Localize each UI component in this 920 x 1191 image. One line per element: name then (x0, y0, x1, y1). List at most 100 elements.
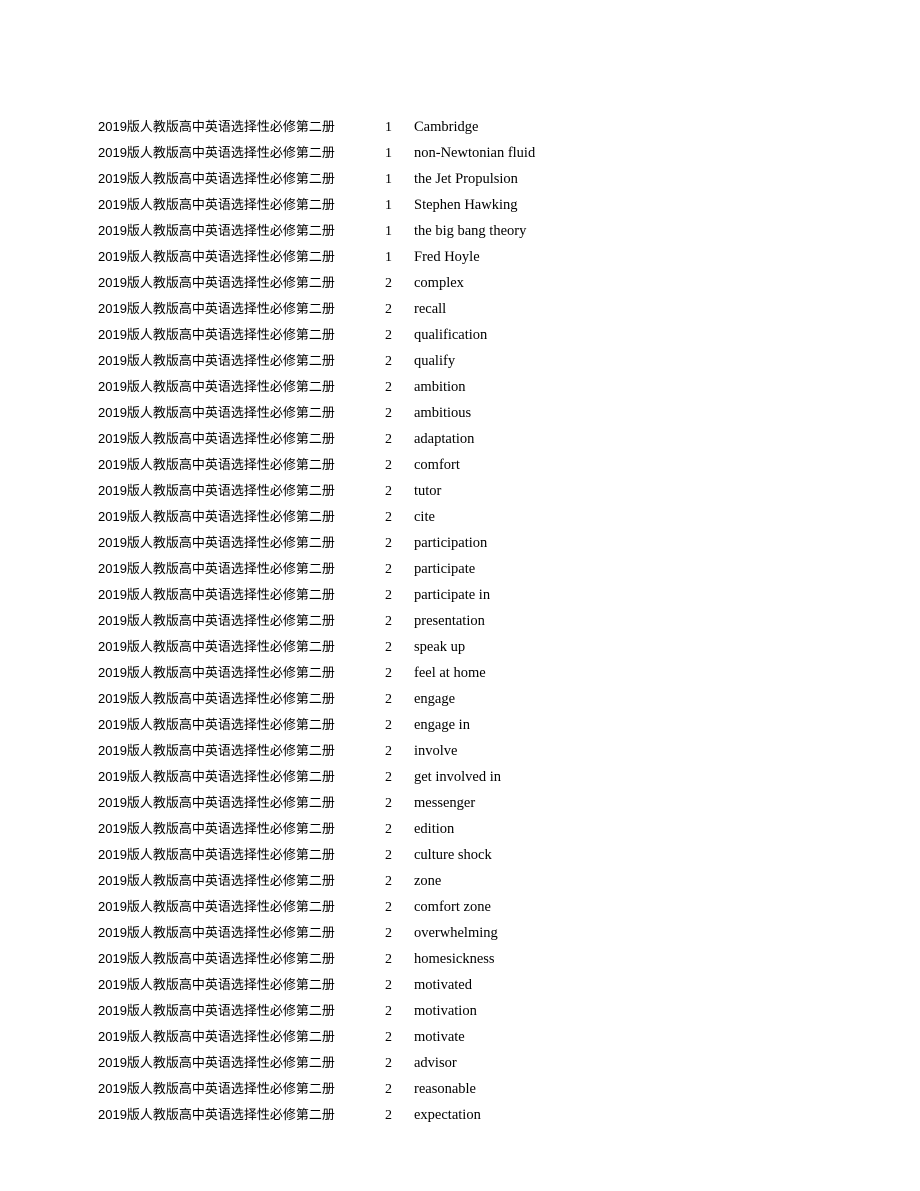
cell-textbook: 2019版人教版高中英语选择性必修第二册 (98, 1029, 335, 1044)
cell-term: homesickness (414, 951, 495, 967)
cell-unit: 2 (385, 406, 392, 421)
cell-term: cite (414, 509, 435, 525)
cell-textbook: 2019版人教版高中英语选择性必修第二册 (98, 743, 335, 758)
cell-unit: 2 (385, 1004, 392, 1019)
cell-term: participate in (414, 587, 491, 603)
cell-textbook: 2019版人教版高中英语选择性必修第二册 (98, 691, 335, 706)
cell-unit: 2 (385, 874, 392, 889)
cell-textbook: 2019版人教版高中英语选择性必修第二册 (98, 847, 335, 862)
cell-unit: 2 (385, 796, 392, 811)
cell-unit: 2 (385, 926, 392, 941)
cell-unit: 1 (385, 198, 392, 213)
cell-term: motivate (414, 1029, 465, 1045)
cell-term: overwhelming (414, 925, 498, 941)
cell-term: feel at home (414, 665, 486, 681)
cell-term: qualify (414, 353, 456, 369)
cell-textbook: 2019版人教版高中英语选择性必修第二册 (98, 1055, 335, 1070)
cell-unit: 2 (385, 1082, 392, 1097)
cell-unit: 2 (385, 510, 392, 525)
table-row: 2019版人教版高中英语选择性必修第二册 2 expectation (98, 1102, 858, 1128)
cell-textbook: 2019版人教版高中英语选择性必修第二册 (98, 977, 335, 992)
table-row: 2019版人教版高中英语选择性必修第二册 2 get involved in (98, 764, 858, 790)
cell-term: advisor (414, 1055, 457, 1071)
cell-unit: 1 (385, 172, 392, 187)
cell-unit: 2 (385, 822, 392, 837)
cell-term: recall (414, 301, 447, 317)
cell-term: participation (414, 535, 488, 551)
cell-textbook: 2019版人教版高中英语选择性必修第二册 (98, 197, 335, 212)
cell-unit: 2 (385, 536, 392, 551)
cell-term: expectation (414, 1107, 481, 1123)
cell-textbook: 2019版人教版高中英语选择性必修第二册 (98, 587, 335, 602)
vocabulary-table-body: 2019版人教版高中英语选择性必修第二册 1 Cambridge 2019版人教版高中… (98, 114, 858, 1128)
cell-textbook: 2019版人教版高中英语选择性必修第二册 (98, 1003, 335, 1018)
cell-textbook: 2019版人教版高中英语选择性必修第二册 (98, 301, 335, 316)
table-row: 2019版人教版高中英语选择性必修第二册 2 homesickness (98, 946, 858, 972)
cell-textbook: 2019版人教版高中英语选择性必修第二册 (98, 431, 335, 446)
cell-unit: 2 (385, 978, 392, 993)
cell-unit: 2 (385, 744, 392, 759)
cell-textbook: 2019版人教版高中英语选择性必修第二册 (98, 925, 335, 940)
cell-textbook: 2019版人教版高中英语选择性必修第二册 (98, 483, 335, 498)
cell-unit: 1 (385, 120, 392, 135)
cell-textbook: 2019版人教版高中英语选择性必修第二册 (98, 327, 335, 342)
cell-unit: 2 (385, 1056, 392, 1071)
cell-textbook: 2019版人教版高中英语选择性必修第二册 (98, 353, 335, 368)
cell-unit: 2 (385, 692, 392, 707)
table-row: 2019版人教版高中英语选择性必修第二册 2 participation (98, 530, 858, 556)
cell-textbook: 2019版人教版高中英语选择性必修第二册 (98, 223, 335, 238)
cell-term: messenger (414, 795, 476, 811)
table-row: 2019版人教版高中英语选择性必修第二册 2 feel at home (98, 660, 858, 686)
table-row: 2019版人教版高中英语选择性必修第二册 2 adaptation (98, 426, 858, 452)
cell-textbook: 2019版人教版高中英语选择性必修第二册 (98, 873, 335, 888)
cell-term: comfort zone (414, 899, 491, 915)
cell-term: Fred Hoyle (414, 249, 480, 265)
cell-term: presentation (414, 613, 485, 629)
cell-textbook: 2019版人教版高中英语选择性必修第二册 (98, 535, 335, 550)
cell-unit: 2 (385, 276, 392, 291)
table-row: 2019版人教版高中英语选择性必修第二册 2 advisor (98, 1050, 858, 1076)
cell-textbook: 2019版人教版高中英语选择性必修第二册 (98, 509, 335, 524)
table-row: 2019版人教版高中英语选择性必修第二册 2 participate in (98, 582, 858, 608)
cell-unit: 2 (385, 952, 392, 967)
cell-term: Cambridge (414, 119, 479, 135)
table-row: 2019版人教版高中英语选择性必修第二册 2 involve (98, 738, 858, 764)
cell-term: participate (414, 561, 476, 577)
cell-unit: 2 (385, 770, 392, 785)
cell-textbook: 2019版人教版高中英语选择性必修第二册 (98, 795, 335, 810)
cell-textbook: 2019版人教版高中英语选择性必修第二册 (98, 821, 335, 836)
cell-term: reasonable (414, 1081, 476, 1097)
cell-term: get involved in (414, 769, 501, 785)
cell-term: Stephen Hawking (414, 197, 518, 213)
table-row: 2019版人教版高中英语选择性必修第二册 1 non-Newtonian fluid (98, 140, 858, 166)
table-row: 2019版人教版高中英语选择性必修第二册 1 Cambridge (98, 114, 858, 140)
cell-textbook: 2019版人教版高中英语选择性必修第二册 (98, 613, 335, 628)
cell-term: zone (414, 873, 442, 889)
cell-term: engage in (414, 717, 470, 733)
cell-textbook: 2019版人教版高中英语选择性必修第二册 (98, 119, 335, 134)
cell-textbook: 2019版人教版高中英语选择性必修第二册 (98, 951, 335, 966)
cell-textbook: 2019版人教版高中英语选择性必修第二册 (98, 275, 335, 290)
cell-textbook: 2019版人教版高中英语选择性必修第二册 (98, 899, 335, 914)
cell-unit: 2 (385, 432, 392, 447)
table-row: 2019版人教版高中英语选择性必修第二册 1 the big bang theory (98, 218, 858, 244)
cell-unit: 2 (385, 718, 392, 733)
table-row: 2019版人教版高中英语选择性必修第二册 2 engage in (98, 712, 858, 738)
table-row: 2019版人教版高中英语选择性必修第二册 1 Stephen Hawking (98, 192, 858, 218)
cell-unit: 2 (385, 848, 392, 863)
table-row: 2019版人教版高中英语选择性必修第二册 2 overwhelming (98, 920, 858, 946)
table-row: 2019版人教版高中英语选择性必修第二册 2 complex (98, 270, 858, 296)
cell-term: motivation (414, 1003, 477, 1019)
table-row: 2019版人教版高中英语选择性必修第二册 2 tutor (98, 478, 858, 504)
vocabulary-table: 2019版人教版高中英语选择性必修第二册 1 Cambridge 2019版人教版高中… (98, 114, 858, 1128)
cell-term: speak up (414, 639, 466, 655)
cell-term: the Jet Propulsion (414, 171, 518, 187)
cell-term: complex (414, 275, 464, 291)
cell-unit: 2 (385, 302, 392, 317)
table-row: 2019版人教版高中英语选择性必修第二册 2 zone (98, 868, 858, 894)
table-row: 2019版人教版高中英语选择性必修第二册 1 Fred Hoyle (98, 244, 858, 270)
document-page: 2019版人教版高中英语选择性必修第二册 1 Cambridge 2019版人教版高中… (0, 0, 920, 1191)
cell-unit: 2 (385, 458, 392, 473)
cell-term: non-Newtonian fluid (414, 145, 536, 161)
table-row: 2019版人教版高中英语选择性必修第二册 2 engage (98, 686, 858, 712)
